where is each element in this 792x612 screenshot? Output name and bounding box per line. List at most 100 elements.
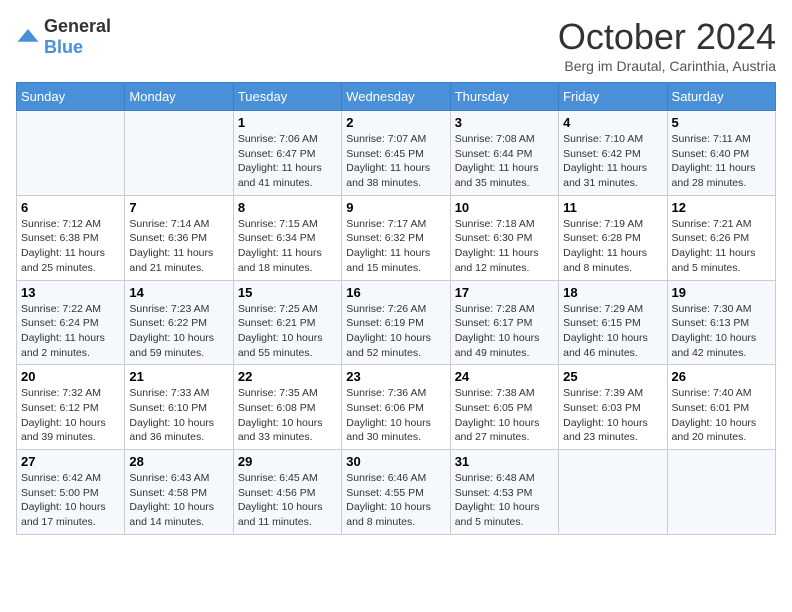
day-number: 7 [129,200,228,215]
day-info: Sunrise: 7:22 AMSunset: 6:24 PMDaylight:… [21,302,120,361]
day-number: 14 [129,285,228,300]
day-number: 12 [672,200,771,215]
day-info: Sunrise: 7:25 AMSunset: 6:21 PMDaylight:… [238,302,337,361]
calendar-cell: 2 Sunrise: 7:07 AMSunset: 6:45 PMDaylight… [342,111,450,196]
calendar-cell: 31 Sunrise: 6:48 AMSunset: 4:53 PMDayligh… [450,450,558,535]
calendar-cell: 16 Sunrise: 7:26 AMSunset: 6:19 PMDayligh… [342,280,450,365]
day-info: Sunrise: 6:42 AMSunset: 5:00 PMDaylight:… [21,471,120,530]
day-number: 13 [21,285,120,300]
day-info: Sunrise: 7:07 AMSunset: 6:45 PMDaylight:… [346,132,445,191]
month-title: October 2024 [558,16,776,58]
calendar-cell: 7 Sunrise: 7:14 AMSunset: 6:36 PMDaylight… [125,195,233,280]
calendar-cell: 1 Sunrise: 7:06 AMSunset: 6:47 PMDaylight… [233,111,341,196]
day-info: Sunrise: 7:30 AMSunset: 6:13 PMDaylight:… [672,302,771,361]
calendar-cell: 13 Sunrise: 7:22 AMSunset: 6:24 PMDayligh… [17,280,125,365]
day-number: 30 [346,454,445,469]
day-info: Sunrise: 7:39 AMSunset: 6:03 PMDaylight:… [563,386,662,445]
day-number: 15 [238,285,337,300]
day-info: Sunrise: 7:29 AMSunset: 6:15 PMDaylight:… [563,302,662,361]
day-number: 17 [455,285,554,300]
weekday-header-friday: Friday [559,83,667,111]
day-number: 20 [21,369,120,384]
calendar-cell: 21 Sunrise: 7:33 AMSunset: 6:10 PMDayligh… [125,365,233,450]
calendar-cell: 14 Sunrise: 7:23 AMSunset: 6:22 PMDayligh… [125,280,233,365]
day-number: 16 [346,285,445,300]
day-number: 3 [455,115,554,130]
calendar-cell: 12 Sunrise: 7:21 AMSunset: 6:26 PMDayligh… [667,195,775,280]
day-number: 29 [238,454,337,469]
logo: General Blue [16,16,111,58]
weekday-header-tuesday: Tuesday [233,83,341,111]
header: General Blue October 2024 Berg im Drauta… [16,16,776,74]
calendar-cell [17,111,125,196]
logo-blue: Blue [44,37,83,57]
calendar-cell: 3Sunrise: 7:08 AMSunset: 6:44 PMDaylight… [450,111,558,196]
day-number: 1 [238,115,337,130]
calendar-cell: 9 Sunrise: 7:17 AMSunset: 6:32 PMDaylight… [342,195,450,280]
day-info: Sunrise: 7:06 AMSunset: 6:47 PMDaylight:… [238,132,337,191]
week-row-1: 1 Sunrise: 7:06 AMSunset: 6:47 PMDaylight… [17,111,776,196]
logo-text: General Blue [44,16,111,58]
day-info: Sunrise: 7:19 AMSunset: 6:28 PMDaylight:… [563,217,662,276]
day-info: Sunrise: 6:48 AMSunset: 4:53 PMDaylight:… [455,471,554,530]
day-info: Sunrise: 7:33 AMSunset: 6:10 PMDaylight:… [129,386,228,445]
calendar-cell [667,450,775,535]
week-row-2: 6Sunrise: 7:12 AMSunset: 6:38 PMDaylight… [17,195,776,280]
day-number: 28 [129,454,228,469]
weekday-header-wednesday: Wednesday [342,83,450,111]
day-number: 6 [21,200,120,215]
calendar-cell: 8 Sunrise: 7:15 AMSunset: 6:34 PMDaylight… [233,195,341,280]
day-number: 18 [563,285,662,300]
day-number: 26 [672,369,771,384]
logo-icon [16,27,40,47]
day-number: 22 [238,369,337,384]
day-info: Sunrise: 7:14 AMSunset: 6:36 PMDaylight:… [129,217,228,276]
calendar-cell: 29 Sunrise: 6:45 AMSunset: 4:56 PMDayligh… [233,450,341,535]
day-number: 23 [346,369,445,384]
day-number: 2 [346,115,445,130]
calendar-cell: 27 Sunrise: 6:42 AMSunset: 5:00 PMDayligh… [17,450,125,535]
day-number: 19 [672,285,771,300]
day-info: Sunrise: 7:21 AMSunset: 6:26 PMDaylight:… [672,217,771,276]
calendar-cell: 20 Sunrise: 7:32 AMSunset: 6:12 PMDayligh… [17,365,125,450]
day-info: Sunrise: 7:26 AMSunset: 6:19 PMDaylight:… [346,302,445,361]
calendar-cell: 18 Sunrise: 7:29 AMSunset: 6:15 PMDayligh… [559,280,667,365]
day-info: Sunrise: 7:32 AMSunset: 6:12 PMDaylight:… [21,386,120,445]
week-row-5: 27 Sunrise: 6:42 AMSunset: 5:00 PMDayligh… [17,450,776,535]
day-number: 24 [455,369,554,384]
day-info: Sunrise: 6:43 AMSunset: 4:58 PMDaylight:… [129,471,228,530]
day-number: 9 [346,200,445,215]
calendar-cell: 24 Sunrise: 7:38 AMSunset: 6:05 PMDayligh… [450,365,558,450]
calendar-cell: 6Sunrise: 7:12 AMSunset: 6:38 PMDaylight… [17,195,125,280]
day-number: 25 [563,369,662,384]
day-info: Sunrise: 6:45 AMSunset: 4:56 PMDaylight:… [238,471,337,530]
calendar-cell [125,111,233,196]
day-info: Sunrise: 7:36 AMSunset: 6:06 PMDaylight:… [346,386,445,445]
day-number: 8 [238,200,337,215]
weekday-header-monday: Monday [125,83,233,111]
day-number: 21 [129,369,228,384]
weekday-header-saturday: Saturday [667,83,775,111]
calendar-cell: 30Sunrise: 6:46 AMSunset: 4:55 PMDayligh… [342,450,450,535]
calendar-cell: 4Sunrise: 7:10 AMSunset: 6:42 PMDaylight… [559,111,667,196]
calendar-cell: 23 Sunrise: 7:36 AMSunset: 6:06 PMDayligh… [342,365,450,450]
day-number: 11 [563,200,662,215]
calendar-cell: 25 Sunrise: 7:39 AMSunset: 6:03 PMDayligh… [559,365,667,450]
day-number: 4 [563,115,662,130]
title-area: October 2024 Berg im Drautal, Carinthia,… [558,16,776,74]
day-number: 5 [672,115,771,130]
calendar-table: SundayMondayTuesdayWednesdayThursdayFrid… [16,82,776,535]
day-info: Sunrise: 7:18 AMSunset: 6:30 PMDaylight:… [455,217,554,276]
calendar-cell: 10Sunrise: 7:18 AMSunset: 6:30 PMDayligh… [450,195,558,280]
day-info: Sunrise: 7:15 AMSunset: 6:34 PMDaylight:… [238,217,337,276]
week-row-3: 13 Sunrise: 7:22 AMSunset: 6:24 PMDayligh… [17,280,776,365]
day-number: 27 [21,454,120,469]
calendar-cell: 5Sunrise: 7:11 AMSunset: 6:40 PMDaylight… [667,111,775,196]
day-number: 31 [455,454,554,469]
day-info: Sunrise: 7:23 AMSunset: 6:22 PMDaylight:… [129,302,228,361]
calendar-cell: 26Sunrise: 7:40 AMSunset: 6:01 PMDayligh… [667,365,775,450]
day-info: Sunrise: 7:17 AMSunset: 6:32 PMDaylight:… [346,217,445,276]
day-info: Sunrise: 7:38 AMSunset: 6:05 PMDaylight:… [455,386,554,445]
weekday-header-sunday: Sunday [17,83,125,111]
week-row-4: 20 Sunrise: 7:32 AMSunset: 6:12 PMDayligh… [17,365,776,450]
